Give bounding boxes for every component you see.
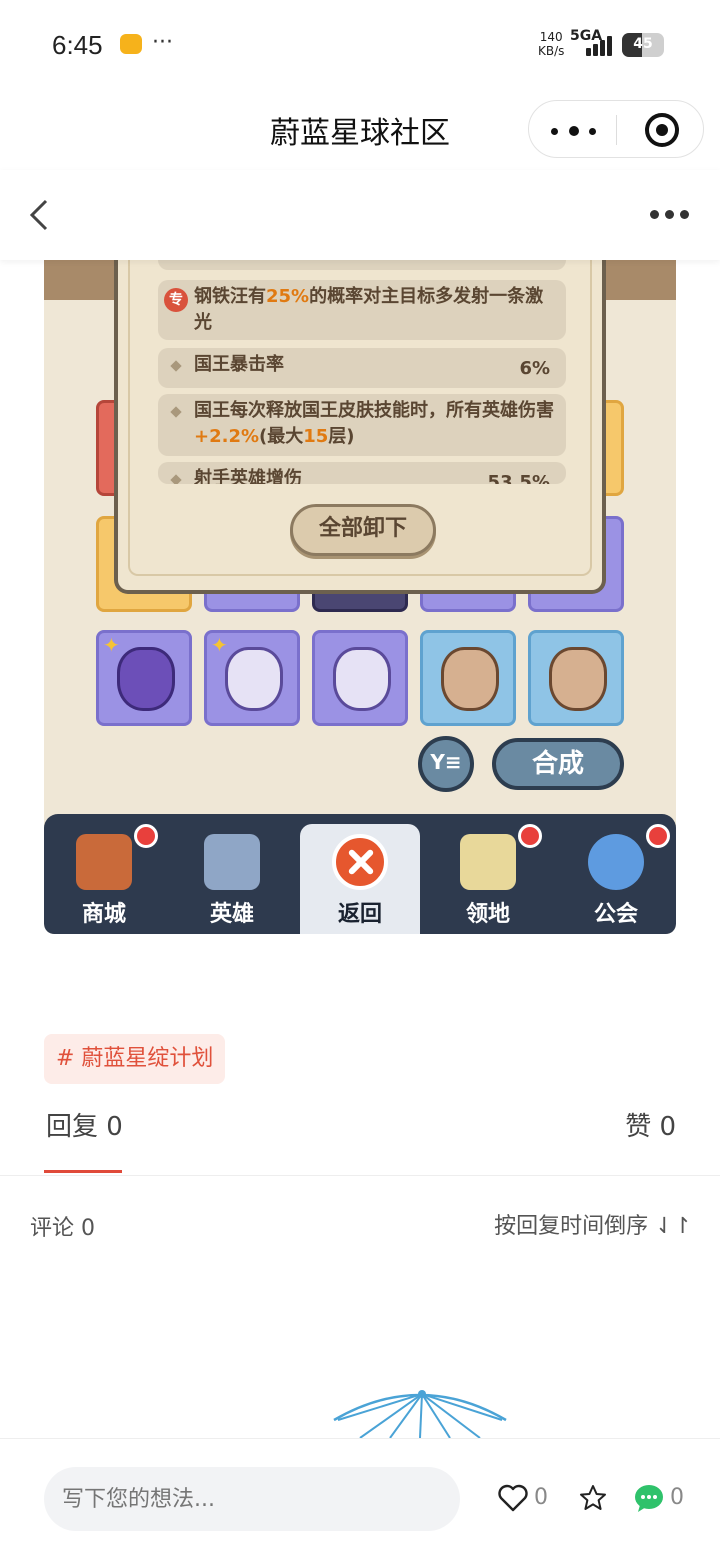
bear-skull-icon [441,647,499,711]
tab-back[interactable]: 返回 [300,824,420,934]
combine-button[interactable]: 合成 [492,738,624,790]
bottom-action-bar: 0 0 [0,1438,720,1559]
popup-row: 国王暴击率 6% [158,348,566,388]
capsule-more-icon[interactable] [551,115,601,145]
message-icon [120,34,142,54]
diamond-bullet-icon [170,474,182,484]
back-arrow-icon[interactable] [28,198,52,232]
notification-dot [134,824,158,848]
topic-tag[interactable]: # 蔚蓝星绽计划 [44,1034,226,1084]
hero-tile[interactable]: ✦ [96,630,192,726]
game-tab-bar: 商城 英雄 返回 领地 公会 [44,814,676,934]
diamond-bullet-icon [170,406,182,418]
popup-row-clipped [158,260,566,270]
hero-tile[interactable] [312,630,408,726]
planet-icon [588,834,644,890]
sort-toggle[interactable]: 按回复时间倒序 ⇃↾ [494,1208,692,1240]
tab-heroes[interactable]: 英雄 [172,814,292,934]
wechat-share-icon[interactable] [634,1483,664,1513]
close-icon [332,834,388,890]
net-speed: 140 KB/s [538,30,565,58]
castle-icon [460,834,516,890]
star-badge-icon: ✦ [211,633,228,657]
like-count: 0 [534,1485,548,1510]
popup-row: 国王每次释放国王皮肤技能时，所有英雄伤害+2.2%(最大15层) [158,394,566,456]
hero-tile[interactable]: ✦ [204,630,300,726]
tab-territory[interactable]: 领地 [428,814,548,934]
post-image[interactable]: ✦ ✦ 专 钢铁汪有25%的概率对主目标多发射一条激光 国王暴击率 6% 国王每… [44,260,676,934]
filter-button[interactable]: Y≡ [418,736,474,792]
heart-icon[interactable] [498,1483,528,1513]
status-bar: 6:45 ··· 140 KB/s 5GA 45 [0,0,720,90]
comment-input[interactable] [44,1467,460,1531]
shop-icon [76,834,132,890]
hero-tile[interactable] [420,630,516,726]
popup-row: 专 钢铁汪有25%的概率对主目标多发射一条激光 [158,280,566,340]
cat-mask-icon [225,647,283,711]
notification-dot [646,824,670,848]
capsule-menu [528,100,704,158]
signal-icon [580,34,614,56]
unload-all-button[interactable]: 全部卸下 [290,504,436,556]
notification-dot [518,824,542,848]
buff-popup: 专 钢铁汪有25%的概率对主目标多发射一条激光 国王暴击率 6% 国王每次释放国… [114,260,606,594]
more-options-icon[interactable] [650,210,690,220]
status-time: 6:45 [52,30,103,60]
like-tab[interactable]: 赞 0 [625,1106,676,1143]
close-miniprogram-icon[interactable] [645,113,679,147]
bear-skull-icon [549,647,607,711]
nav-bar [0,170,720,260]
helmet-icon [204,834,260,890]
cat-mask-icon [333,647,391,711]
hero-tile[interactable] [528,630,624,726]
comment-count: 评论 0 [30,1216,95,1241]
share-count: 0 [670,1485,684,1510]
reply-tab[interactable]: 回复 0 [46,1106,123,1143]
capsule-divider [616,115,617,145]
popup-row: 射手英雄增伤 53.5% [158,462,566,484]
tab-guild[interactable]: 公会 [556,814,676,934]
tab-shop[interactable]: 商城 [44,814,164,934]
status-more: ··· [152,30,173,55]
battery-icon: 45 [622,33,664,57]
active-tab-indicator [44,1170,122,1173]
star-badge-icon: ✦ [103,633,120,657]
mecha-mask-icon [117,647,175,711]
post-stats: 回复 0 赞 0 [0,1096,720,1176]
diamond-bullet-icon [170,360,182,372]
mini-program-header: 蔚蓝星球社区 [0,90,720,170]
empty-state-illustration [333,1390,507,1438]
filter-icon: Y≡ [430,750,462,774]
star-icon[interactable] [578,1483,608,1513]
exclusive-badge-icon: 专 [164,288,188,312]
